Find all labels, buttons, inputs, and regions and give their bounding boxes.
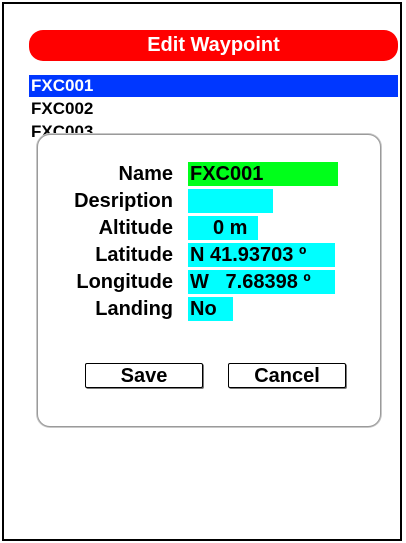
waypoint-item-fxc002[interactable]: FXC002 — [29, 98, 398, 120]
longitude-field[interactable]: W 7.68398 º — [188, 270, 335, 294]
longitude-label: Longitude — [76, 271, 173, 293]
altitude-field[interactable]: 0 m — [188, 216, 258, 240]
name-label: Name — [118, 163, 173, 185]
description-field[interactable] — [188, 189, 273, 213]
altitude-label: Altitude — [98, 217, 173, 239]
save-button[interactable]: Save — [85, 363, 203, 388]
landing-label: Landing — [95, 298, 173, 320]
edit-waypoint-dialog: Name FXC001 Desription Altitude 0 m Lati… — [37, 134, 381, 427]
landing-field[interactable]: No — [188, 297, 233, 321]
page-title: Edit Waypoint — [29, 30, 398, 61]
waypoint-item-fxc001[interactable]: FXC001 — [29, 75, 398, 97]
latitude-field[interactable]: N 41.93703 º — [188, 243, 335, 267]
description-label: Desription — [74, 190, 173, 212]
cancel-button[interactable]: Cancel — [228, 363, 346, 388]
latitude-label: Latitude — [95, 244, 173, 266]
name-field[interactable]: FXC001 — [188, 162, 338, 186]
